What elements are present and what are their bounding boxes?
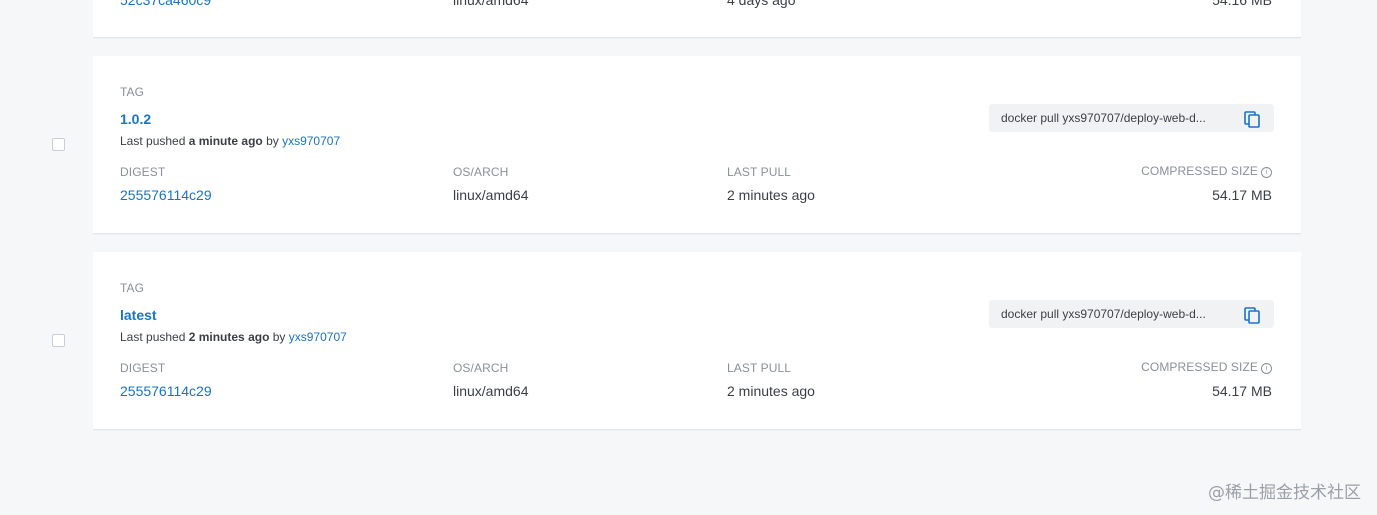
digest-link[interactable]: 255576114c29 [120, 383, 212, 399]
os-arch-value: linux/amd64 [453, 0, 529, 8]
size-value: 54.17 MB [1212, 187, 1272, 203]
os-arch-label: OS/ARCH [453, 361, 509, 375]
copy-icon[interactable] [1242, 109, 1262, 129]
os-arch-value: linux/amd64 [453, 187, 529, 203]
last-pull-label: LAST PULL [727, 165, 792, 179]
tag-card-2: TAG latest Last pushed 2 minutes ago by … [93, 252, 1301, 430]
pull-command-text: docker pull yxs970707/deploy-web-d... [1001, 111, 1206, 125]
size-value: 54.16 MB [1212, 0, 1272, 8]
last-pull-label: LAST PULL [727, 361, 792, 375]
last-pushed-text: Last pushed a minute ago by yxs970707 [120, 134, 341, 148]
os-arch-label: OS/ARCH [453, 165, 509, 179]
digest-label: DIGEST [120, 165, 166, 179]
tag-card-partial: 52c37ca460c9 linux/amd64 4 days ago 54.1… [93, 0, 1301, 38]
docker-pull-command: docker pull yxs970707/deploy-web-d... [989, 300, 1274, 328]
tag-name-link[interactable]: latest [120, 307, 157, 323]
tag-label: TAG [120, 85, 145, 99]
last-pushed-text: Last pushed 2 minutes ago by yxs970707 [120, 330, 347, 344]
tag-name-link[interactable]: 1.0.2 [120, 111, 151, 127]
select-checkbox-tag-1[interactable] [52, 138, 65, 151]
last-pull-value: 4 days ago [727, 0, 796, 8]
os-arch-value: linux/amd64 [453, 383, 529, 399]
compressed-size-label: COMPRESSED SIZE i [1141, 360, 1272, 374]
pushed-by-link[interactable]: yxs970707 [289, 330, 347, 344]
last-pull-value: 2 minutes ago [727, 187, 815, 203]
watermark: @稀土掘金技术社区 [1208, 483, 1361, 503]
tag-card-1: TAG 1.0.2 Last pushed a minute ago by yx… [93, 56, 1301, 234]
docker-pull-command: docker pull yxs970707/deploy-web-d... [989, 104, 1274, 132]
info-icon[interactable]: i [1261, 363, 1272, 374]
pull-command-text: docker pull yxs970707/deploy-web-d... [1001, 307, 1206, 321]
digest-label: DIGEST [120, 361, 166, 375]
digest-link[interactable]: 52c37ca460c9 [120, 0, 211, 8]
select-checkbox-tag-2[interactable] [52, 334, 65, 347]
size-value: 54.17 MB [1212, 383, 1272, 399]
info-icon[interactable]: i [1261, 167, 1272, 178]
digest-link[interactable]: 255576114c29 [120, 187, 212, 203]
pushed-by-link[interactable]: yxs970707 [282, 134, 340, 148]
last-pull-value: 2 minutes ago [727, 383, 815, 399]
compressed-size-label: COMPRESSED SIZE i [1141, 164, 1272, 178]
tag-label: TAG [120, 281, 145, 295]
copy-icon[interactable] [1242, 305, 1262, 325]
